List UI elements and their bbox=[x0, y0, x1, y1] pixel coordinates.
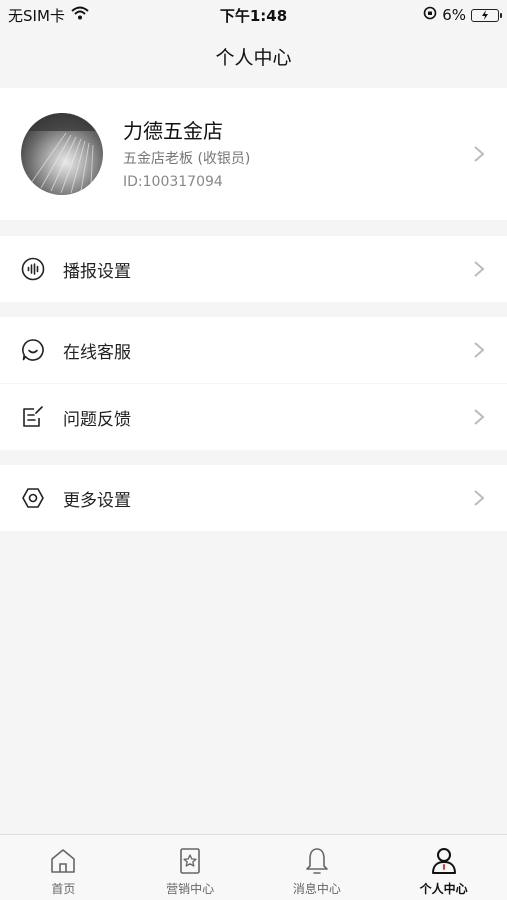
chevron-right-icon bbox=[473, 341, 485, 359]
broadcast-settings-row[interactable]: 播报设置 bbox=[0, 236, 507, 302]
online-service-row[interactable]: 在线客服 bbox=[0, 317, 507, 383]
broadcast-settings-label: 播报设置 bbox=[63, 261, 131, 282]
chevron-right-icon bbox=[473, 408, 485, 426]
carrier-label: 无SIM卡 bbox=[8, 6, 65, 25]
profile-name: 力德五金店 bbox=[123, 119, 223, 143]
home-icon bbox=[47, 845, 79, 877]
status-bar: 无SIM卡 下午1:48 6% bbox=[0, 0, 507, 30]
marketing-icon bbox=[174, 845, 206, 877]
chat-bubble-icon bbox=[21, 338, 45, 362]
settings-hexagon-icon bbox=[21, 486, 45, 510]
tab-marketing[interactable]: 营销中心 bbox=[127, 835, 254, 900]
online-service-label: 在线客服 bbox=[63, 342, 131, 363]
nav-bar: 个人中心 bbox=[0, 30, 507, 82]
feedback-row[interactable]: 问题反馈 bbox=[0, 384, 507, 450]
avatar bbox=[21, 113, 103, 195]
chevron-right-icon bbox=[473, 260, 485, 278]
tab-marketing-label: 营销中心 bbox=[166, 882, 215, 896]
tab-messages-label: 消息中心 bbox=[292, 882, 341, 896]
battery-percent: 6% bbox=[442, 6, 466, 24]
tab-messages[interactable]: 消息中心 bbox=[254, 835, 381, 900]
wifi-icon bbox=[71, 6, 89, 24]
chevron-right-icon bbox=[473, 489, 485, 507]
feedback-label: 问题反馈 bbox=[63, 409, 131, 430]
bottom-tab-bar: 首页 营销中心 消息中心 个人中心 bbox=[0, 834, 507, 900]
battery-icon bbox=[471, 8, 502, 22]
sound-wave-icon bbox=[21, 257, 45, 281]
page-title: 个人中心 bbox=[215, 46, 292, 69]
rotation-lock-icon bbox=[423, 6, 437, 24]
tab-home[interactable]: 首页 bbox=[0, 835, 127, 900]
user-icon bbox=[428, 845, 460, 877]
status-right: 6% bbox=[423, 6, 502, 24]
profile-card[interactable]: 力德五金店 五金店老板 (收银员) ID:100317094 bbox=[0, 88, 507, 220]
chevron-right-icon bbox=[473, 145, 485, 163]
edit-note-icon bbox=[21, 405, 45, 429]
profile-role: 五金店老板 (收银员) bbox=[123, 151, 251, 167]
status-left: 无SIM卡 bbox=[8, 5, 89, 26]
profile-id: ID:100317094 bbox=[123, 174, 223, 190]
tab-profile[interactable]: 个人中心 bbox=[380, 835, 507, 900]
more-settings-label: 更多设置 bbox=[63, 490, 131, 511]
bell-icon bbox=[301, 845, 333, 877]
more-settings-row[interactable]: 更多设置 bbox=[0, 465, 507, 531]
tab-profile-label: 个人中心 bbox=[419, 882, 468, 896]
tab-home-label: 首页 bbox=[51, 882, 76, 896]
